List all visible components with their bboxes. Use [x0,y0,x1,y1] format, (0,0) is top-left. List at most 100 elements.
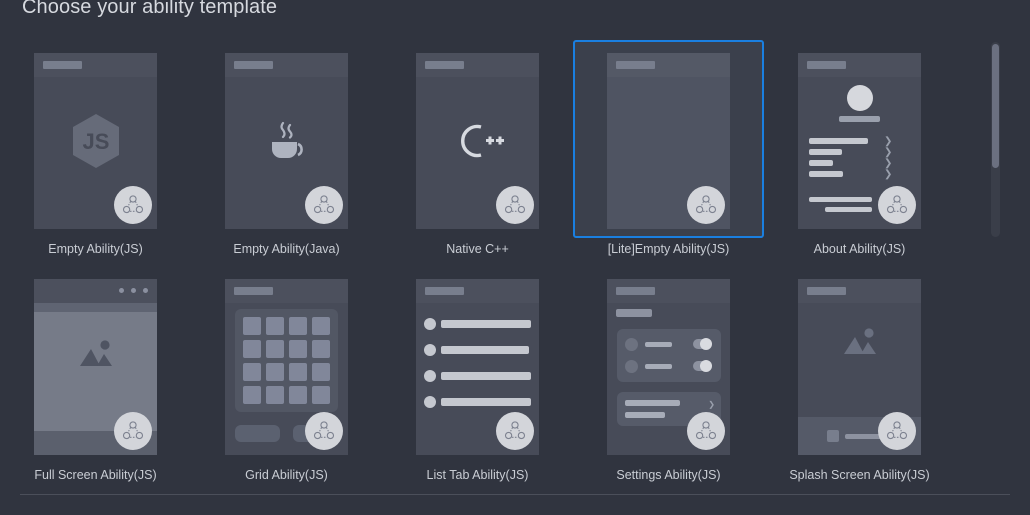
list-item [424,396,531,408]
preview-title-bar [234,287,273,295]
template-label: Full Screen Ability(JS) [34,468,157,482]
template-preview [416,279,539,455]
ability-template-chooser: Choose your ability template JS Empty Ab… [0,0,1030,515]
avatar-caption-bar [839,116,880,122]
template-preview: ❯ ❯ ❯ ❯ [798,53,921,229]
harmonyos-badge-icon [687,186,725,224]
chevron-right-icon: ❯ [884,169,893,180]
chevron-right-icon: ❯ [884,147,893,158]
list-item-bar [441,398,531,406]
template-label: Settings Ability(JS) [616,468,721,482]
setting-row-icon [625,338,638,351]
harmonyos-badge-icon [878,412,916,450]
template-card-empty-java[interactable]: Empty Ability(Java) [191,40,382,266]
harmonyos-badge-icon [114,412,152,450]
card-frame[interactable]: ❯ ❯ ❯ ❯ [764,40,955,238]
toggle-switch[interactable] [693,338,712,350]
template-card-native-cpp[interactable]: Native C++ [382,40,573,266]
template-preview [607,53,730,229]
template-label: Empty Ability(Java) [233,242,340,256]
settings-subtitle-bar [616,309,652,317]
card-frame[interactable]: ❯ [573,266,764,464]
card-frame-selected[interactable] [573,40,764,238]
card-frame[interactable] [382,266,573,464]
about-row-bar [809,138,868,144]
template-label: Empty Ability(JS) [48,242,143,256]
template-preview [225,53,348,229]
template-label: About Ability(JS) [813,242,906,256]
template-label: Native C++ [446,242,509,256]
harmonyos-badge-icon [114,186,152,224]
settings-group-panel [617,329,721,382]
about-footer-bar [825,207,872,212]
card-frame[interactable] [764,266,955,464]
card-frame[interactable]: JS [0,40,191,238]
svg-text:JS: JS [82,129,109,154]
footer-divider [20,494,1010,495]
list-item-bar [441,372,531,380]
card-frame[interactable] [191,40,382,238]
template-preview [416,53,539,229]
about-footer-bar [809,197,872,202]
page-title: Choose your ability template [22,0,278,18]
grid-layout-icon [235,309,338,412]
harmonyos-badge-icon [496,186,534,224]
settings-detail-bar [625,412,665,418]
toggle-switch[interactable] [693,360,712,372]
harmonyos-badge-icon [496,412,534,450]
list-item-dot [424,318,436,330]
template-card-settings[interactable]: ❯ Settings Ability(JS) [573,266,764,492]
preview-title-bar [425,287,464,295]
harmonyos-badge-icon [687,412,725,450]
card-frame[interactable] [191,266,382,464]
harmonyos-badge-icon [305,412,343,450]
setting-row-label [645,364,672,369]
template-preview [34,279,157,455]
setting-row-label [645,342,672,347]
list-item-bar [441,346,529,354]
list-item [424,318,531,330]
template-card-list-tab[interactable]: List Tab Ability(JS) [382,266,573,492]
preview-title-bar [616,287,655,295]
template-label: List Tab Ability(JS) [426,468,529,482]
list-item-dot [424,396,436,408]
preview-topbar [798,53,921,77]
avatar [846,85,873,111]
preview-title-bar [807,61,846,69]
about-row-bar [809,171,843,177]
setting-row-icon [625,360,638,373]
vertical-scrollbar[interactable] [991,42,1000,237]
image-placeholder-icon [798,279,921,429]
about-row-bar [809,160,833,166]
chevron-right-icon: ❯ [884,136,893,147]
template-card-lite-empty-js[interactable]: [Lite]Empty Ability(JS) [573,40,764,266]
preview-topbar [607,53,730,77]
template-preview: JS [34,53,157,229]
template-grid: JS Empty Ability(JS) Empty Ability(Java)… [0,40,985,492]
list-item [424,370,531,382]
about-row-bar [809,149,842,155]
template-preview: ❯ [607,279,730,455]
list-item-bar [441,320,531,328]
template-card-about[interactable]: ❯ ❯ ❯ ❯ About Ability(JS) [764,40,955,266]
template-card-splash[interactable]: Splash Screen Ability(JS) [764,266,955,492]
preview-title-bar [616,61,655,69]
template-label: [Lite]Empty Ability(JS) [607,242,730,256]
scrollbar-thumb[interactable] [992,44,999,168]
card-frame[interactable] [0,266,191,464]
card-frame[interactable] [382,40,573,238]
list-item [424,344,531,356]
grid-footer-button [235,425,280,442]
template-preview [798,279,921,455]
preview-topbar [416,279,539,303]
chevron-right-icon: ❯ [884,158,893,169]
template-label: Splash Screen Ability(JS) [789,468,930,482]
list-item-dot [424,370,436,382]
template-card-empty-js[interactable]: JS Empty Ability(JS) [0,40,191,266]
preview-topbar [607,279,730,303]
settings-detail-bar [625,400,680,406]
list-item-dot [424,344,436,356]
template-card-grid[interactable]: Grid Ability(JS) [191,266,382,492]
template-label: Grid Ability(JS) [245,468,328,482]
template-card-full-screen[interactable]: Full Screen Ability(JS) [0,266,191,492]
